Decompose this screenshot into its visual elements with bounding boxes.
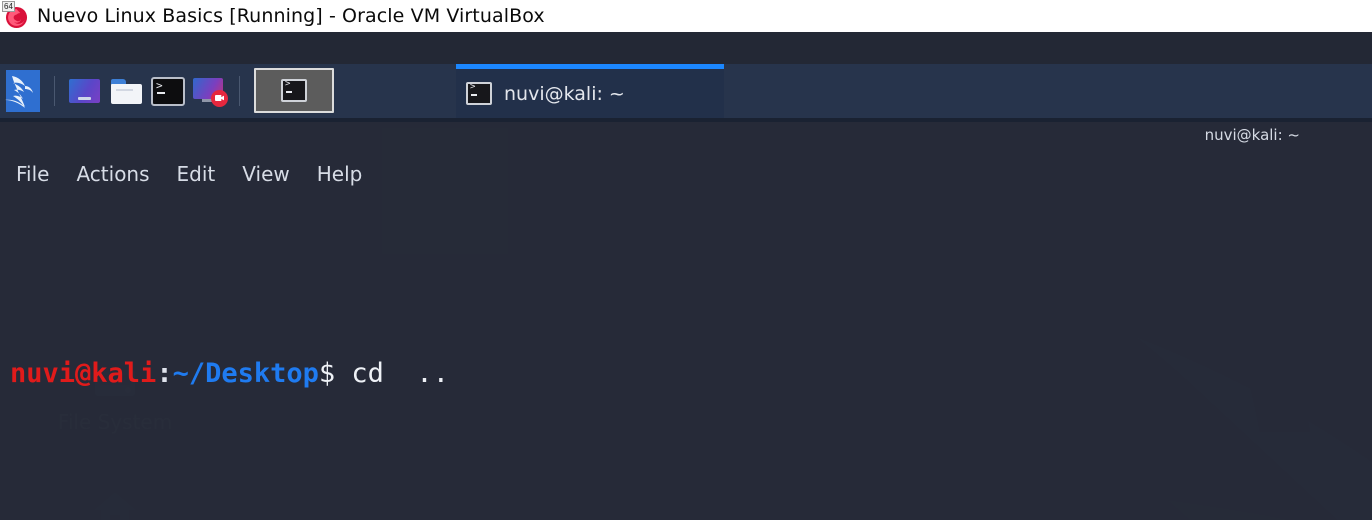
terminal-icon	[151, 76, 185, 106]
window-buttons-list: nuvi@kali: ~	[248, 64, 1372, 118]
window-button-minimized[interactable]	[254, 68, 334, 113]
terminal-titlebar: nuvi@kali: ~	[0, 122, 1372, 154]
panel-bottom-edge	[0, 118, 1372, 122]
menu-help[interactable]: Help	[317, 162, 363, 186]
desktop: File System nuvi@kali: ~ File Actions Ed…	[0, 32, 1372, 520]
menu-file[interactable]: File	[16, 162, 49, 186]
panel-launcher-group	[0, 64, 248, 118]
web-browser-icon	[68, 79, 100, 103]
terminal-window[interactable]: nuvi@kali: ~ File Actions Edit View Help…	[0, 122, 1372, 520]
terminal-icon	[466, 82, 492, 105]
prompt-dollar: $	[318, 358, 336, 389]
launcher-web-browser[interactable]	[63, 64, 105, 118]
window-button-label: nuvi@kali: ~	[504, 82, 625, 105]
launcher-file-manager[interactable]	[105, 64, 147, 118]
window-button-terminal[interactable]: nuvi@kali: ~	[456, 64, 724, 118]
prompt-colon: :	[156, 358, 173, 389]
launcher-terminal[interactable]	[147, 64, 189, 118]
terminal-command: cd ..	[335, 358, 449, 389]
menu-view[interactable]: View	[242, 162, 289, 186]
folder-icon	[110, 78, 142, 104]
panel-separator	[239, 76, 240, 106]
screen-recorder-icon	[193, 77, 228, 107]
window-title: Nuevo Linux Basics [Running] - Oracle VM…	[37, 5, 545, 27]
terminal-menubar: File Actions Edit View Help	[0, 154, 1372, 194]
launcher-screen-recorder[interactable]	[189, 64, 231, 118]
terminal-line: nuvi@kali:~/Desktop$ cd ..	[10, 350, 1372, 398]
terminal-output-area[interactable]: nuvi@kali:~/Desktop$ cd .. nuvi@kali:~$ …	[0, 194, 1372, 520]
kali-dragon-icon	[5, 70, 40, 112]
start-menu-button[interactable]	[0, 64, 46, 118]
vm-arch-badge: 64	[2, 1, 15, 12]
panel-separator	[54, 76, 55, 106]
terminal-title: nuvi@kali: ~	[1204, 126, 1300, 144]
prompt-path: ~/Desktop	[172, 358, 319, 389]
virtualbox-titlebar: 64 Nuevo Linux Basics [Running] - Oracle…	[0, 0, 1372, 32]
terminal-icon	[281, 79, 307, 102]
menu-edit[interactable]: Edit	[177, 162, 216, 186]
virtualbox-vm-icon: 64	[1, 1, 31, 31]
prompt-user-host: nuvi@kali	[10, 358, 157, 389]
menu-actions[interactable]: Actions	[76, 162, 149, 186]
taskbar-panel: nuvi@kali: ~	[0, 64, 1372, 118]
panel-empty-area	[724, 64, 1372, 118]
